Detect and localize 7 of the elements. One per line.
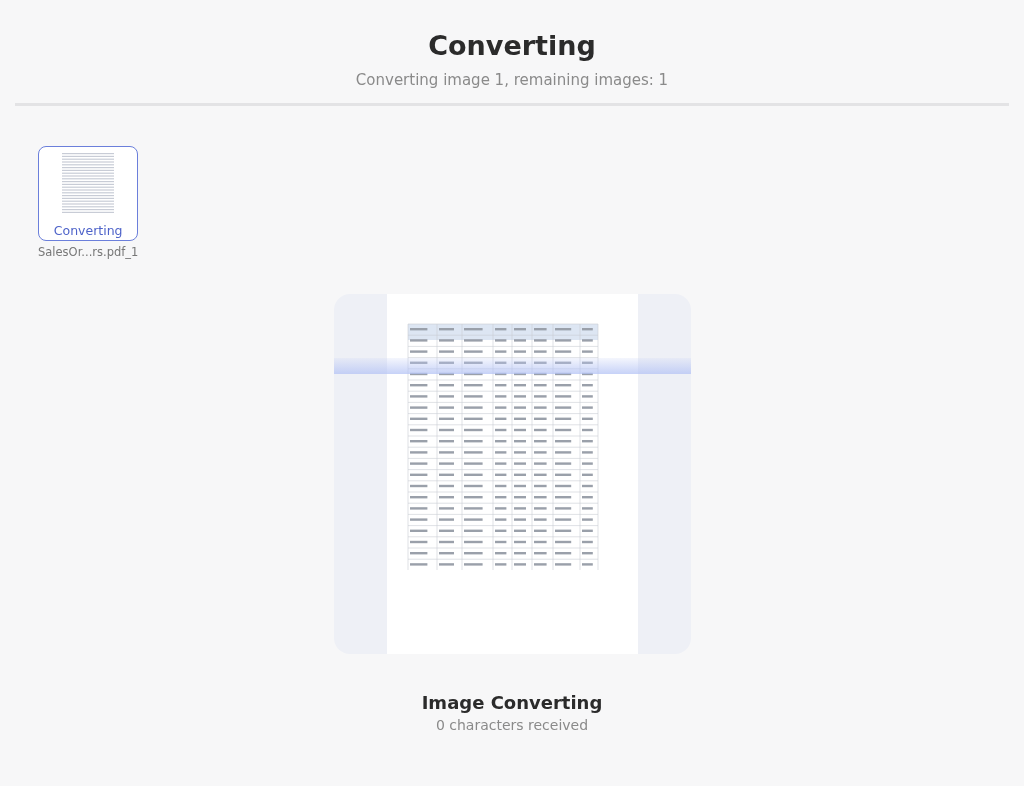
- file-thumbnail[interactable]: Converting: [38, 146, 139, 241]
- file-name: SalesOr...rs.pdf_1: [38, 245, 139, 259]
- progress-subtitle: Converting image 1, remaining images: 1: [355, 71, 669, 89]
- page-title: Converting: [428, 30, 596, 61]
- document-thumbnail-drawing: [62, 153, 115, 215]
- preview-status-title: Image Converting: [421, 692, 603, 713]
- characters-received-text: 0 characters received: [435, 717, 589, 733]
